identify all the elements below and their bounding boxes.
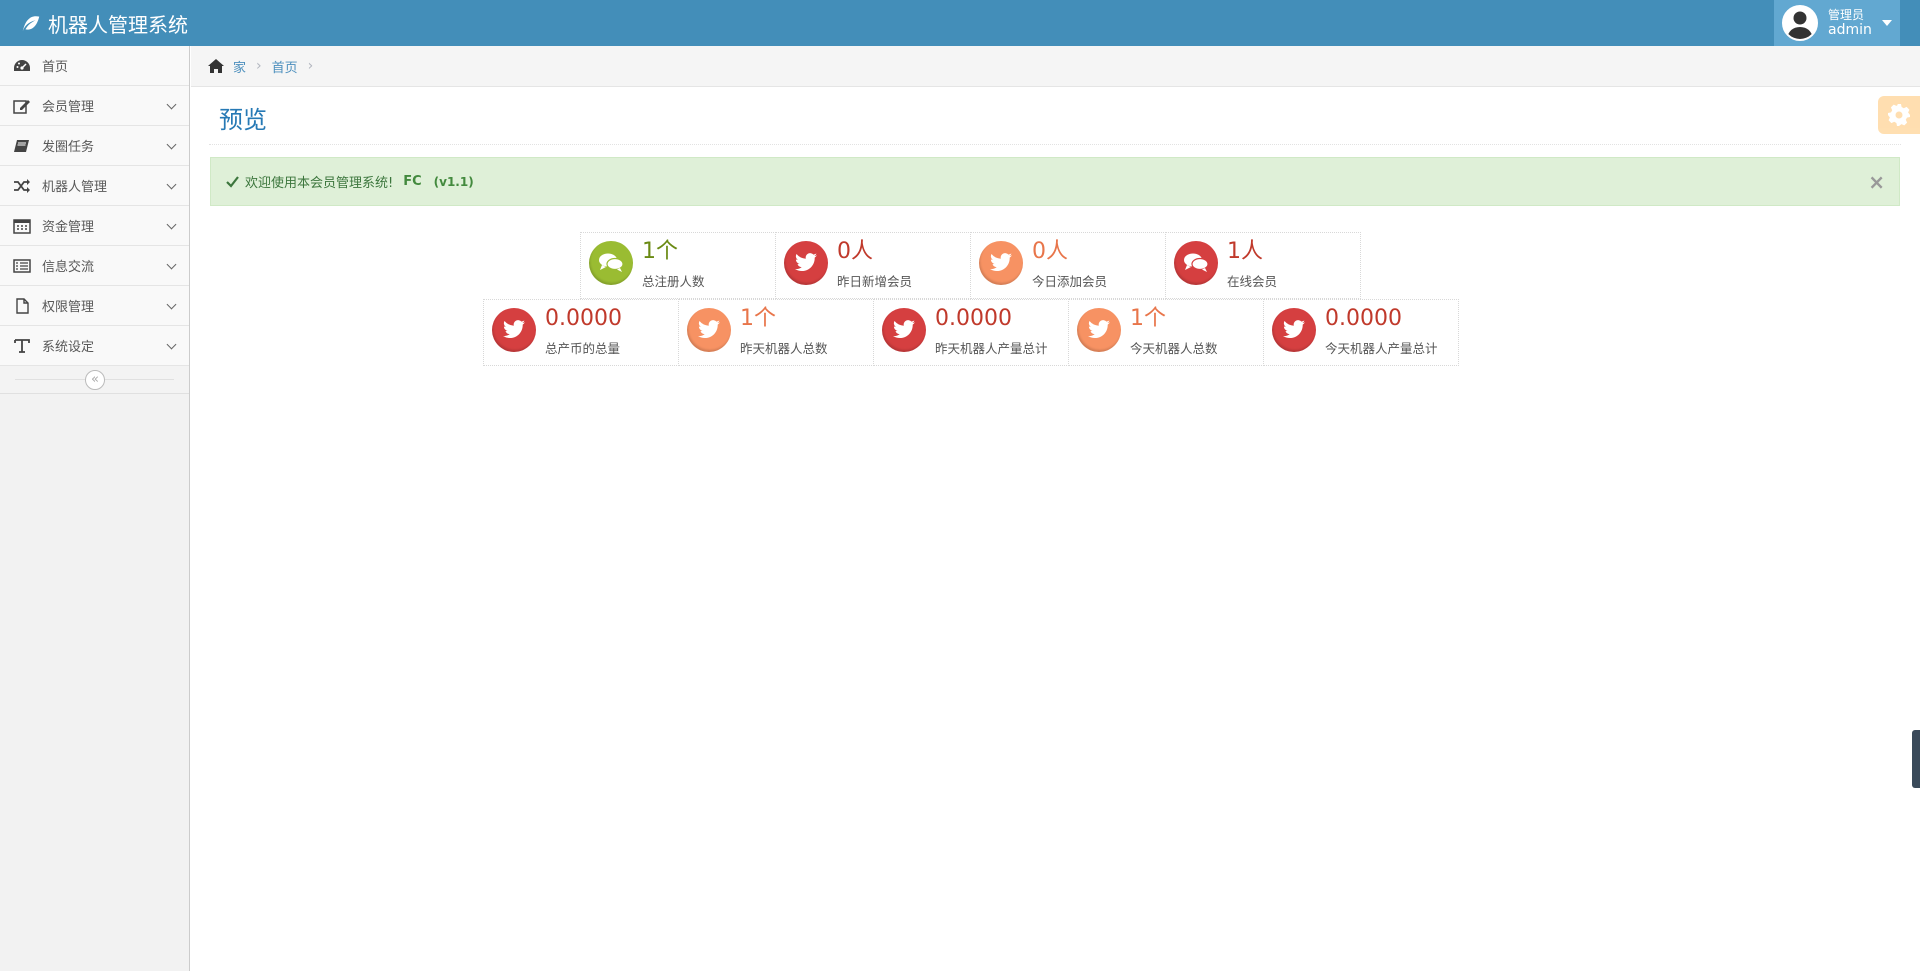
brand[interactable]: 机器人管理系统 bbox=[20, 0, 188, 46]
leaf-icon bbox=[22, 16, 40, 32]
sidebar-item-label: 系统设定 bbox=[42, 340, 95, 355]
stat-value: 0人 bbox=[1032, 239, 1068, 264]
breadcrumb-current-link[interactable]: 首页 bbox=[272, 57, 298, 76]
alert-text: 欢迎使用本会员管理系统! bbox=[245, 176, 394, 191]
list-alt-icon bbox=[12, 257, 32, 275]
stat-robots-yesterday: 1个 昨天机器人总数 bbox=[678, 299, 874, 366]
stat-online-members: 1人 在线会员 bbox=[1165, 232, 1361, 299]
stat-value: 1个 bbox=[1130, 306, 1166, 331]
twitter-icon bbox=[1077, 308, 1121, 352]
sidebar: 首页 会员管理 发圈任务 机器人管理 资金管理 信息交流 权限管理 系统设定 « bbox=[0, 46, 190, 971]
avatar bbox=[1782, 5, 1818, 41]
comments-icon bbox=[589, 241, 633, 285]
stat-value: 1人 bbox=[1227, 239, 1263, 264]
sidebar-item-label: 会员管理 bbox=[42, 100, 95, 115]
settings-toggle-button[interactable] bbox=[1878, 96, 1920, 134]
alert-version: (v1.1) bbox=[433, 174, 474, 189]
twitter-icon bbox=[1272, 308, 1316, 352]
stat-label: 昨天机器人产量总计 bbox=[935, 341, 1048, 356]
sidebar-item-messages[interactable]: 信息交流 bbox=[0, 246, 189, 286]
breadcrumb-separator: › bbox=[307, 58, 314, 74]
sidebar-item-funds[interactable]: 资金管理 bbox=[0, 206, 189, 246]
sidebar-item-members[interactable]: 会员管理 bbox=[0, 86, 189, 126]
random-icon bbox=[12, 177, 32, 195]
stat-label: 今天机器人总数 bbox=[1130, 341, 1218, 356]
twitter-icon bbox=[979, 241, 1023, 285]
breadcrumb-home-link[interactable]: 家 bbox=[233, 57, 246, 76]
stat-robots-today: 1个 今天机器人总数 bbox=[1068, 299, 1264, 366]
page-header: 预览 bbox=[209, 96, 1901, 145]
home-icon bbox=[208, 59, 224, 73]
stat-label: 今日添加会员 bbox=[1032, 274, 1108, 289]
welcome-alert: 欢迎使用本会员管理系统! FC (v1.1) × bbox=[210, 157, 1900, 206]
sidebar-item-label: 发圈任务 bbox=[42, 140, 95, 155]
sidebar-item-label: 信息交流 bbox=[42, 260, 95, 275]
sidebar-item-label: 机器人管理 bbox=[42, 180, 108, 195]
stat-label: 今天机器人产量总计 bbox=[1325, 341, 1438, 356]
twitter-icon bbox=[492, 308, 536, 352]
twitter-icon bbox=[784, 241, 828, 285]
user-role: 管理员 bbox=[1828, 8, 1865, 22]
sidebar-collapse-bar: « bbox=[0, 366, 189, 394]
caret-down-icon bbox=[1881, 20, 1892, 26]
stat-new-yesterday: 0人 昨日新增会员 bbox=[775, 232, 971, 299]
top-navbar: 机器人管理系统 管理员 admin bbox=[0, 0, 1920, 46]
stat-total-registered: 1个 总注册人数 bbox=[580, 232, 776, 299]
page-title: 预览 bbox=[219, 106, 267, 134]
chevron-down-icon bbox=[166, 99, 177, 110]
dashboard-icon bbox=[12, 57, 32, 75]
chevron-down-icon bbox=[166, 139, 177, 150]
twitter-icon bbox=[882, 308, 926, 352]
stat-value: 0.0000 bbox=[545, 306, 622, 331]
stat-added-today: 0人 今日添加会员 bbox=[970, 232, 1166, 299]
sidebar-item-robots[interactable]: 机器人管理 bbox=[0, 166, 189, 206]
twitter-icon bbox=[687, 308, 731, 352]
check-icon bbox=[226, 175, 239, 188]
app-title: 机器人管理系统 bbox=[48, 12, 188, 37]
stat-value: 0人 bbox=[837, 239, 873, 264]
chevron-down-icon bbox=[166, 339, 177, 350]
stat-value: 0.0000 bbox=[935, 306, 1012, 331]
chevron-down-icon bbox=[166, 299, 177, 310]
sidebar-item-permissions[interactable]: 权限管理 bbox=[0, 286, 189, 326]
user-menu[interactable]: 管理员 admin bbox=[1774, 0, 1900, 46]
book-icon bbox=[12, 137, 32, 155]
gear-icon bbox=[1888, 104, 1910, 126]
collapse-sidebar-button[interactable]: « bbox=[85, 370, 105, 390]
chevron-down-icon bbox=[166, 259, 177, 270]
sidebar-item-label: 资金管理 bbox=[42, 220, 95, 235]
user-avatar-icon bbox=[1787, 11, 1813, 39]
edit-icon bbox=[12, 97, 32, 115]
stat-total-coins: 0.0000 总产币的总量 bbox=[483, 299, 679, 366]
stat-output-yesterday: 0.0000 昨天机器人产量总计 bbox=[873, 299, 1069, 366]
sidebar-item-tasks[interactable]: 发圈任务 bbox=[0, 126, 189, 166]
text-icon bbox=[12, 337, 32, 355]
sidebar-item-settings[interactable]: 系统设定 bbox=[0, 326, 189, 366]
alert-brand: FC bbox=[403, 174, 422, 189]
sidebar-item-label: 首页 bbox=[42, 60, 69, 75]
sidebar-item-home[interactable]: 首页 bbox=[0, 46, 189, 86]
chevron-down-icon bbox=[166, 219, 177, 230]
stat-value: 0.0000 bbox=[1325, 306, 1402, 331]
stat-label: 昨天机器人总数 bbox=[740, 341, 828, 356]
sidebar-item-label: 权限管理 bbox=[42, 300, 95, 315]
side-scroll-handle[interactable] bbox=[1912, 730, 1920, 788]
chevron-down-icon bbox=[166, 179, 177, 190]
close-alert-button[interactable]: × bbox=[1868, 170, 1885, 194]
breadcrumb-separator: › bbox=[256, 58, 262, 74]
stat-label: 总注册人数 bbox=[642, 274, 705, 289]
stat-value: 1个 bbox=[642, 239, 678, 264]
stat-output-today: 0.0000 今天机器人产量总计 bbox=[1263, 299, 1459, 366]
user-name: admin bbox=[1828, 22, 1872, 38]
stat-value: 1个 bbox=[740, 306, 776, 331]
comments-icon bbox=[1174, 241, 1218, 285]
breadcrumb: 家 › 首页 › bbox=[191, 46, 1920, 87]
stat-label: 昨日新增会员 bbox=[837, 274, 913, 289]
stat-label: 在线会员 bbox=[1227, 274, 1278, 289]
stat-label: 总产币的总量 bbox=[545, 341, 621, 356]
calendar-icon bbox=[12, 217, 32, 235]
file-icon bbox=[12, 297, 32, 315]
